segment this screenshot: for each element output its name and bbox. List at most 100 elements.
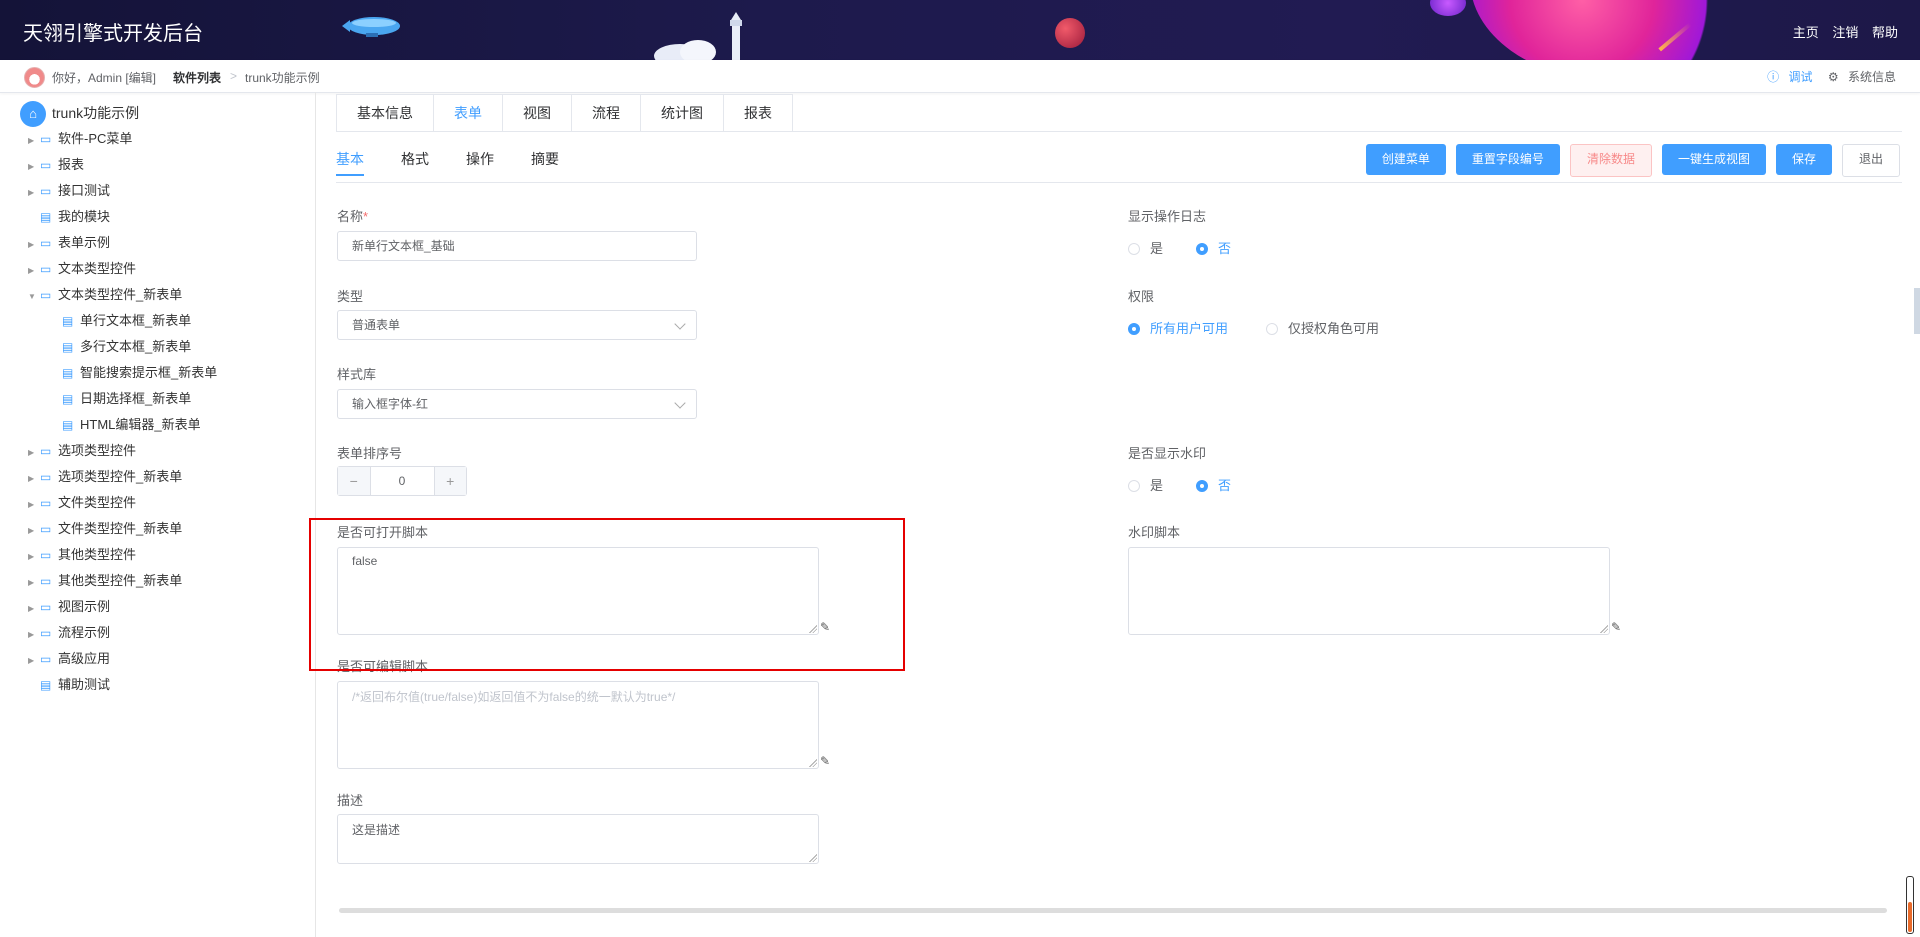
order-value[interactable]: 0 (369, 467, 435, 495)
log-radio-no[interactable]: 否 (1196, 238, 1231, 257)
tree-item[interactable]: ▤ 日期选择框_新表单 (62, 386, 191, 412)
watermark-radio-no[interactable]: 否 (1196, 475, 1231, 494)
tree-item[interactable]: ▶ ▭ 视图示例 (28, 594, 110, 620)
tree-item[interactable]: ▤ 智能搜索提示框_新表单 (62, 360, 217, 386)
name-input[interactable]: 新单行文本框_基础 (337, 231, 697, 261)
caret-right-icon[interactable]: ▶ (28, 440, 40, 466)
tree-item[interactable]: ▶ ▭ 文件类型控件_新表单 (28, 516, 182, 542)
subtab-basic[interactable]: 基本 (336, 144, 364, 176)
tabs-divider (336, 131, 1902, 132)
tab-chart[interactable]: 统计图 (641, 95, 724, 132)
tree-item[interactable]: ▼ ▭ 文本类型控件_新表单 (28, 282, 182, 308)
tree-item[interactable]: ▤ 多行文本框_新表单 (62, 334, 191, 360)
caret-right-icon[interactable]: ▶ (28, 570, 40, 596)
tab-flow[interactable]: 流程 (572, 95, 641, 132)
tree-item[interactable]: ▶ ▭ 高级应用 (28, 646, 110, 672)
caret-right-icon[interactable]: ▶ (28, 518, 40, 544)
caret-right-icon[interactable]: ▶ (28, 180, 40, 206)
caret-down-icon[interactable]: ▼ (28, 284, 40, 310)
tree-item-label: 智能搜索提示框_新表单 (80, 365, 218, 380)
tab-report[interactable]: 报表 (724, 95, 792, 132)
tree-item[interactable]: ▶ ▭ 其他类型控件 (28, 542, 136, 568)
radio-circle (1196, 480, 1208, 492)
side-panel-handle[interactable] (1914, 288, 1920, 334)
tree-item[interactable]: ▶ ▭ 报表 (28, 152, 84, 178)
generate-view-button[interactable]: 一键生成视图 (1661, 144, 1766, 175)
home-link[interactable]: 主页 (1793, 25, 1819, 40)
tree-item[interactable]: ▶ ▭ 文本类型控件 (28, 256, 136, 282)
sub-tabs: 基本 格式 操作 摘要 (336, 144, 596, 176)
horizontal-scrollbar[interactable] (339, 908, 1887, 913)
decrement-button[interactable]: − (338, 467, 370, 495)
watermark-script-textarea[interactable] (1128, 547, 1610, 635)
caret-right-icon[interactable]: ▶ (28, 544, 40, 570)
perm-radio-authorized-roles[interactable]: 仅授权角色可用 (1266, 318, 1379, 337)
breadcrumb-software-list[interactable]: 软件列表 (173, 69, 221, 86)
tree-item[interactable]: ▤ 单行文本框_新表单 (62, 308, 191, 334)
clear-data-button[interactable]: 清除数据 (1569, 144, 1652, 177)
log-radio-yes[interactable]: 是 (1128, 238, 1163, 257)
tree-item[interactable]: ▶ ▭ 流程示例 (28, 620, 110, 646)
caret-right-icon[interactable]: ▶ (28, 128, 40, 154)
caret-right-icon[interactable]: ▶ (28, 622, 40, 648)
save-button[interactable]: 保存 (1775, 144, 1832, 175)
tree-item[interactable]: ▶ ▭ 接口测试 (28, 178, 110, 204)
style-select-value: 输入框字体-红 (352, 397, 428, 411)
tree-item[interactable]: ▶ ▭ 选项类型控件 (28, 438, 136, 464)
perm-radio-all-users-label: 所有用户可用 (1150, 321, 1229, 336)
type-select-value: 普通表单 (352, 318, 401, 332)
tree-item[interactable]: ▤ 辅助测试 (28, 672, 110, 698)
tree-item-label: 流程示例 (58, 625, 111, 640)
tree-item[interactable]: ▤ HTML编辑器_新表单 (62, 412, 201, 438)
help-link[interactable]: 帮助 (1872, 25, 1898, 40)
perm-radio-all-users[interactable]: 所有用户可用 (1128, 318, 1228, 337)
tree-item-label: 其他类型控件 (58, 547, 137, 562)
tab-form[interactable]: 表单 (434, 95, 503, 132)
description-textarea[interactable]: 这是描述 (337, 814, 819, 864)
reset-field-number-button[interactable]: 重置字段编号 (1455, 144, 1560, 175)
tab-view[interactable]: 视图 (503, 95, 572, 132)
tree-item-label: 视图示例 (58, 599, 111, 614)
radio-circle (1128, 323, 1140, 335)
caret-right-icon[interactable]: ▶ (28, 154, 40, 180)
tree-item[interactable]: ▶ ▭ 文件类型控件 (28, 490, 136, 516)
caret-right-icon[interactable]: ▶ (28, 466, 40, 492)
system-info-button[interactable]: ⚙ 系统信息 (1822, 70, 1896, 84)
tree-root[interactable]: ⌂ trunk功能示例 (20, 100, 139, 128)
resize-grip[interactable] (809, 854, 817, 862)
tree-item[interactable]: ▶ ▭ 选项类型控件_新表单 (28, 464, 182, 490)
debug-button[interactable]: ⓘ 调试 (1761, 70, 1812, 84)
caret-right-icon[interactable]: ▶ (28, 596, 40, 622)
resize-grip[interactable] (1600, 625, 1608, 633)
subtab-format[interactable]: 格式 (401, 144, 429, 176)
exit-button[interactable]: 退出 (1841, 144, 1900, 177)
home-icon: ⌂ (20, 101, 46, 128)
caret-right-icon[interactable]: ▶ (28, 648, 40, 674)
caret-right-icon[interactable]: ▶ (28, 232, 40, 258)
edit-icon[interactable]: ✎ (1611, 620, 1621, 634)
tree-item-label: 报表 (58, 157, 85, 172)
style-select[interactable]: 输入框字体-红 (337, 389, 697, 419)
create-menu-button[interactable]: 创建菜单 (1365, 144, 1446, 175)
edit-script-textarea[interactable]: /*返回布尔值(true/false)如返回值不为false的统一默认为true… (337, 681, 819, 769)
caret-right-icon[interactable]: ▶ (28, 258, 40, 284)
increment-button[interactable]: + (434, 467, 466, 495)
edit-script-placeholder: /*返回布尔值(true/false)如返回值不为false的统一默认为true… (352, 690, 676, 704)
tree-item[interactable]: ▶ ▭ 其他类型控件_新表单 (28, 568, 182, 594)
type-select[interactable]: 普通表单 (337, 310, 697, 340)
tree-item[interactable]: ▶ ▭ 软件-PC菜单 (28, 126, 132, 152)
resize-grip[interactable] (809, 759, 817, 767)
watermark-radio-yes[interactable]: 是 (1128, 475, 1163, 494)
greeting-text[interactable]: 你好，Admin [编辑] (52, 69, 156, 86)
tree-item-label: 多行文本框_新表单 (80, 339, 192, 354)
edit-icon[interactable]: ✎ (820, 754, 830, 768)
subtab-summary[interactable]: 摘要 (531, 144, 559, 176)
tab-basic-info[interactable]: 基本信息 (337, 95, 434, 132)
logout-link[interactable]: 注销 (1832, 25, 1858, 40)
avatar[interactable] (24, 67, 45, 88)
tree-item[interactable]: ▶ ▭ 表单示例 (28, 230, 110, 256)
tree-item[interactable]: ▤ 我的模块 (28, 204, 110, 230)
subtab-operation[interactable]: 操作 (466, 144, 494, 176)
caret-right-icon[interactable]: ▶ (28, 492, 40, 518)
debug-label: 调试 (1788, 70, 1813, 84)
